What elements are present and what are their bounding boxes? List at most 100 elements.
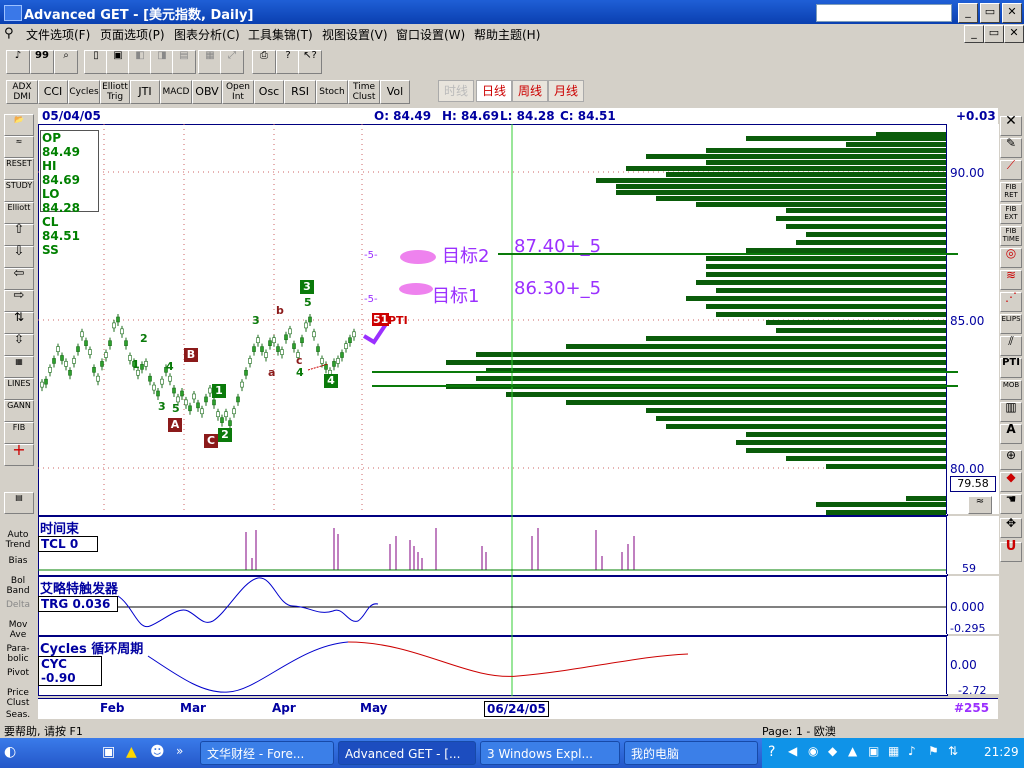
tool-mov-ave[interactable]: Mov Ave: [2, 620, 34, 640]
mdi-close-button[interactable]: ✕: [1004, 25, 1024, 43]
quicklaunch-expand-icon[interactable]: »: [176, 744, 183, 758]
tray-icon-4[interactable]: ▣: [868, 744, 879, 758]
pencil-icon[interactable]: ✎: [1000, 137, 1022, 158]
indicator-time-clust[interactable]: Time Clust: [348, 80, 380, 104]
menu-chart[interactable]: 图表分析(C): [174, 26, 240, 43]
fib-time-button[interactable]: FIB TIME: [1000, 226, 1022, 246]
indicator-cycles[interactable]: Cycles: [68, 80, 100, 104]
indicator-rsi[interactable]: RSI: [284, 80, 316, 104]
fib-ext-button[interactable]: FIB EXT: [1000, 204, 1022, 224]
fan-icon[interactable]: ⋰: [1000, 291, 1022, 312]
arrow-down-icon[interactable]: ⇩: [4, 245, 34, 268]
indicator-adx-dmi[interactable]: ADX DMI: [6, 80, 38, 104]
grid-icon[interactable]: ▦: [198, 50, 222, 74]
move-icon[interactable]: ✥: [1000, 517, 1022, 538]
title-search-field[interactable]: [816, 4, 952, 22]
pti-button[interactable]: PTI: [1000, 358, 1022, 378]
indicator-vol[interactable]: Vol: [380, 80, 410, 104]
menu-help[interactable]: 帮助主题(H): [474, 26, 540, 43]
menu-page[interactable]: 页面选项(P): [100, 26, 165, 43]
hand-icon[interactable]: ☚: [1000, 493, 1022, 514]
menu-file[interactable]: 文件选项(F): [26, 26, 90, 43]
context-help-icon[interactable]: ↖?: [298, 50, 322, 74]
tool-bol-band[interactable]: Bol Band: [2, 576, 34, 596]
lines-button[interactable]: LINES: [4, 378, 34, 400]
forward-icon[interactable]: ◨: [150, 50, 174, 74]
menu-window[interactable]: 窗口设置(W): [396, 26, 465, 43]
app-menu-icon[interactable]: ⚲: [4, 26, 14, 41]
tray-help-icon[interactable]: ?: [768, 744, 775, 760]
arrow-left-icon[interactable]: ⇦: [4, 267, 34, 290]
quicklaunch-warning-icon[interactable]: ▲: [126, 744, 144, 762]
tray-security-icon[interactable]: ⚑: [928, 744, 939, 758]
bars-icon[interactable]: ▥: [1000, 401, 1022, 422]
close-button[interactable]: ✕: [1002, 3, 1022, 23]
task-advanced-get[interactable]: Advanced GET - [...: [338, 741, 476, 765]
help-icon[interactable]: ?: [276, 50, 300, 74]
tray-collapse-icon[interactable]: ◀: [788, 744, 797, 758]
task-wenhua[interactable]: 文华财经 - Fore...: [200, 741, 334, 765]
quicklaunch-skull-icon[interactable]: ☻: [150, 744, 168, 762]
tray-icon-1[interactable]: ◉: [808, 744, 818, 758]
study-button[interactable]: STUDY: [4, 180, 34, 202]
indicator-osc[interactable]: Osc: [254, 80, 284, 104]
grid-toggle-icon[interactable]: ▦: [4, 356, 34, 378]
indicator-macd[interactable]: MACD: [160, 80, 192, 104]
mdi-restore-button[interactable]: ▭: [984, 25, 1004, 43]
copy-icon[interactable]: ▤: [172, 50, 196, 74]
print-setup-icon[interactable]: ▤: [4, 492, 34, 514]
period-hourly[interactable]: 时线: [438, 80, 474, 102]
menu-tools[interactable]: 工具集锦(T): [248, 26, 313, 43]
period-weekly[interactable]: 周线: [512, 80, 548, 102]
text-tool-button[interactable]: A: [1000, 423, 1022, 444]
tool-bias[interactable]: Bias: [2, 556, 34, 576]
note-icon[interactable]: ♪: [6, 50, 30, 74]
tool-pivot[interactable]: Pivot: [2, 668, 34, 688]
crosshair-icon[interactable]: +: [4, 442, 34, 466]
quicklaunch-desktop-icon[interactable]: ▣: [102, 744, 120, 762]
indicator-jti[interactable]: JTI: [130, 80, 160, 104]
tool-delta[interactable]: Delta: [2, 600, 34, 620]
indicator-stoch[interactable]: Stoch: [316, 80, 348, 104]
save-icon[interactable]: ▣: [106, 50, 130, 74]
tool-price-clust[interactable]: Price Clust: [2, 688, 34, 708]
print-icon[interactable]: ⎙: [252, 50, 276, 74]
minimize-button[interactable]: _: [958, 3, 978, 23]
tool-seas[interactable]: Seas.: [2, 710, 34, 720]
magnifier-icon[interactable]: ⌕: [54, 50, 78, 74]
compress-icon[interactable]: ⇅: [4, 311, 34, 334]
arrow-right-icon[interactable]: ⇨: [4, 289, 34, 312]
indicator-obv[interactable]: OBV: [192, 80, 222, 104]
quote-icon[interactable]: 99: [30, 50, 54, 74]
chart-compare-icon[interactable]: ≈: [4, 136, 34, 158]
tray-volume-icon[interactable]: ♪: [908, 744, 916, 758]
indicator-elliott-trig[interactable]: Elliott Trig: [100, 80, 130, 104]
mdi-minimize-button[interactable]: _: [964, 25, 984, 43]
tray-update-icon[interactable]: ⇅: [948, 744, 958, 758]
parallel-icon[interactable]: ⫽: [1000, 335, 1022, 356]
reset-button[interactable]: RESET: [4, 158, 34, 180]
expand-vertical-icon[interactable]: ⇳: [4, 333, 34, 356]
period-monthly[interactable]: 月线: [548, 80, 584, 102]
ellipse-button[interactable]: ELIPS: [1000, 314, 1022, 334]
back-icon[interactable]: ◧: [128, 50, 152, 74]
tool-parabolic[interactable]: Para-bolic: [2, 644, 34, 664]
trendline-icon[interactable]: ⟋: [1000, 159, 1022, 180]
magnet-icon[interactable]: U: [1000, 540, 1022, 562]
indicator-open-int[interactable]: Open Int: [222, 80, 254, 104]
tray-icon-2[interactable]: ◆: [828, 744, 837, 758]
task-my-computer[interactable]: 我的电脑: [624, 741, 758, 765]
tray-network-icon[interactable]: ▦: [888, 744, 899, 758]
close-x-icon[interactable]: ✕: [1000, 114, 1022, 136]
indicator-cci[interactable]: CCI: [38, 80, 68, 104]
price-chart[interactable]: [38, 124, 998, 516]
fib-ret-button[interactable]: FIB RET: [1000, 182, 1022, 202]
elliott-button[interactable]: Elliott: [4, 202, 34, 224]
mob-button[interactable]: MOB: [1000, 380, 1022, 400]
task-windows-explorer[interactable]: 3 Windows Expl...: [480, 741, 620, 765]
scale-toggle-icon[interactable]: ≈: [968, 496, 992, 514]
zoom-icon[interactable]: ⊕: [1000, 449, 1022, 470]
channel-icon[interactable]: ≋: [1000, 269, 1022, 290]
expand-icon[interactable]: ⤢: [220, 50, 244, 74]
period-daily[interactable]: 日线: [476, 80, 512, 102]
